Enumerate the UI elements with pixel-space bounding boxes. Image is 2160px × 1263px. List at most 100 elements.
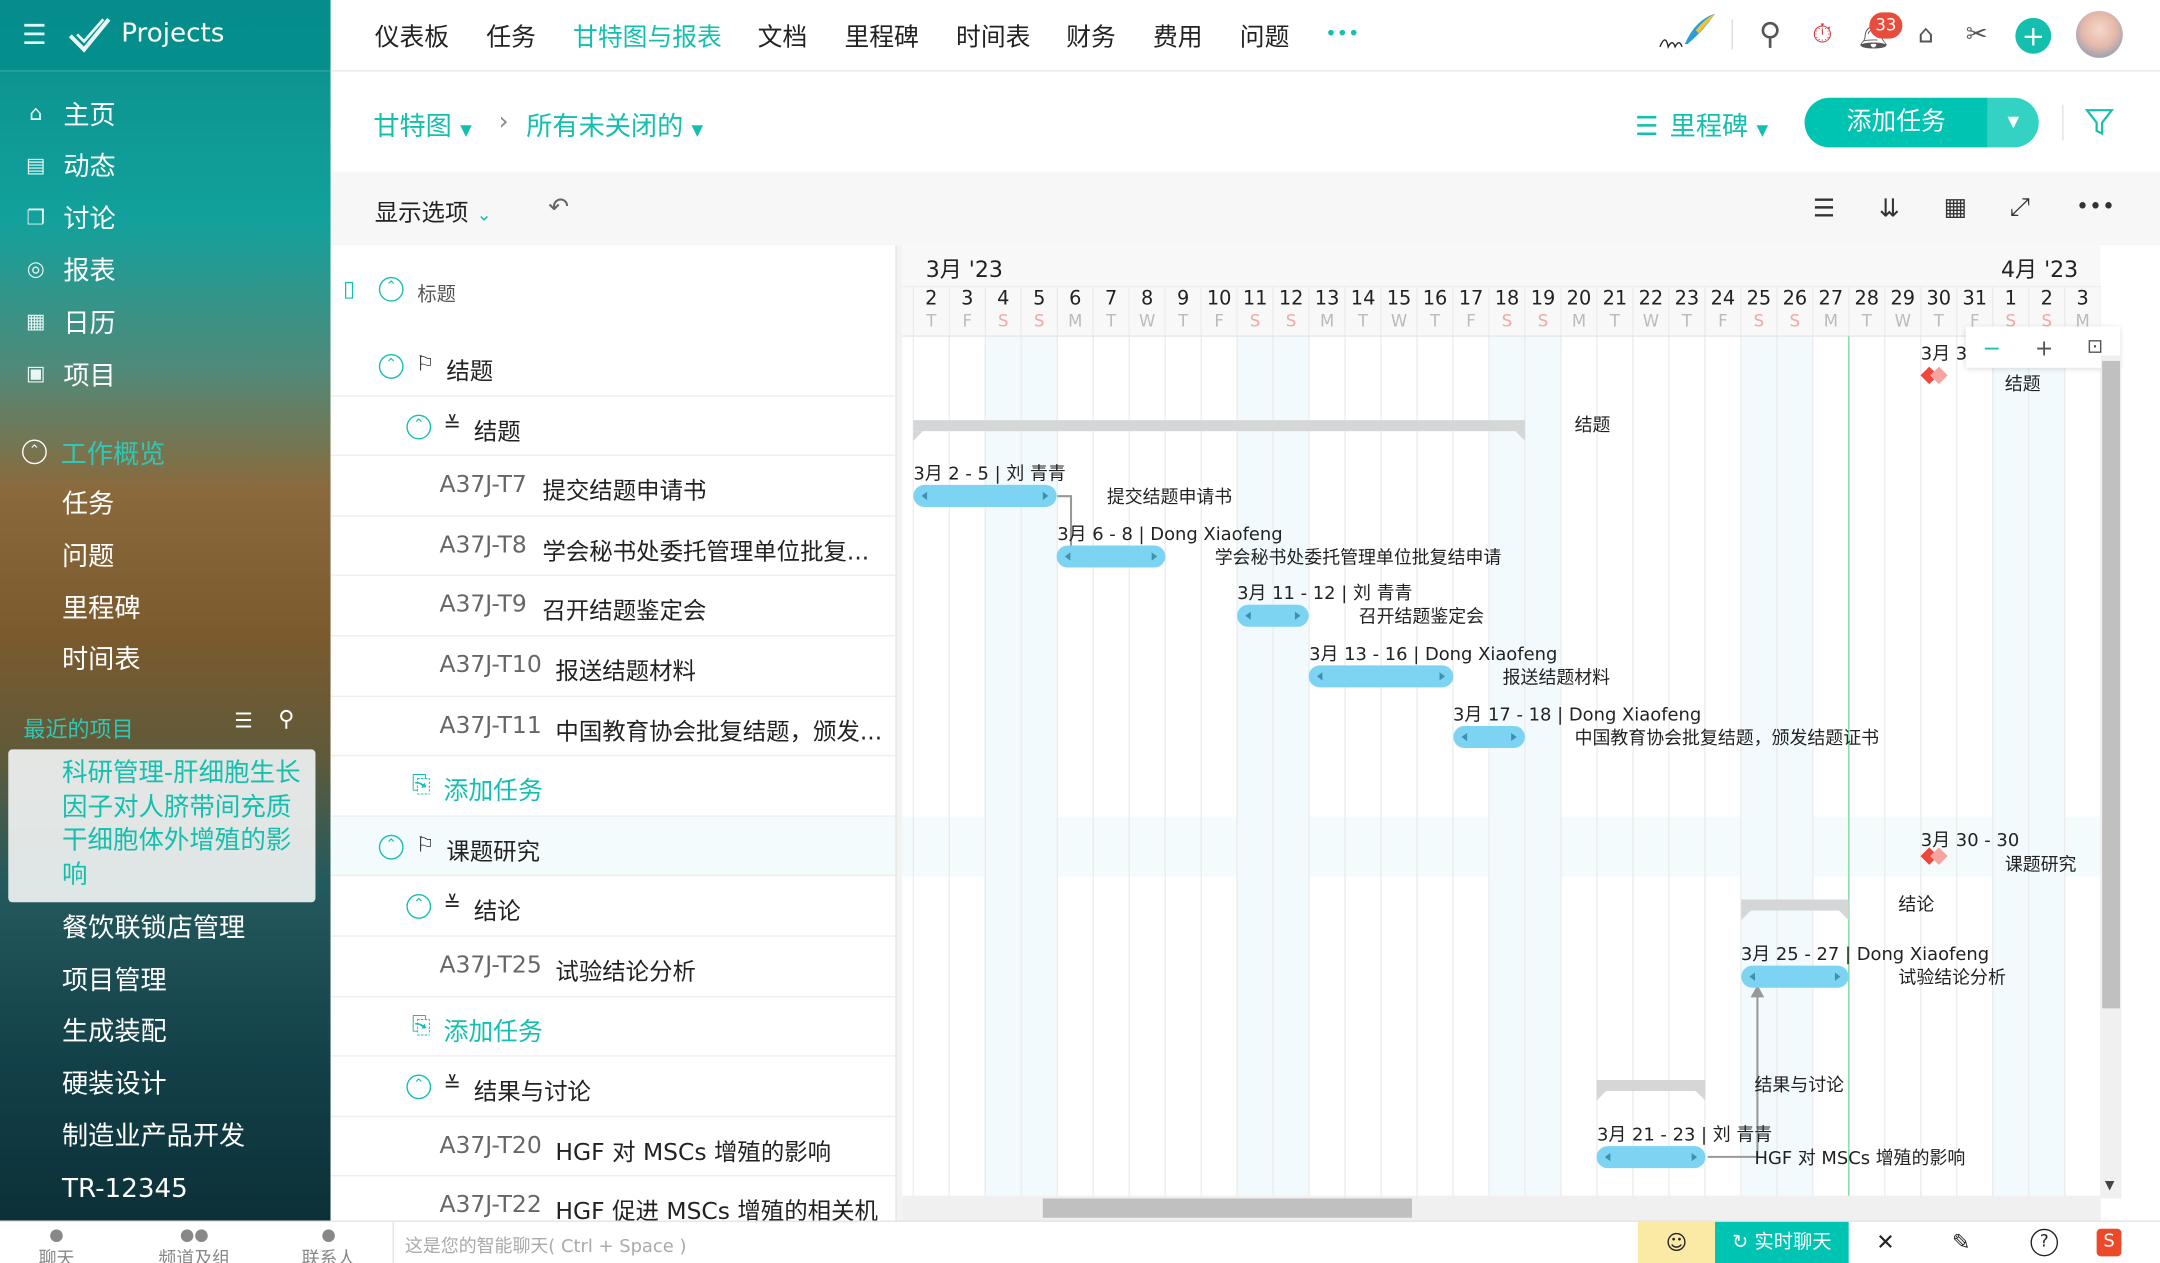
nav-tab[interactable]: 里程碑 xyxy=(844,18,918,54)
help-icon[interactable]: ? xyxy=(2030,1228,2059,1257)
sidebar-subitem[interactable]: 里程碑 xyxy=(62,589,141,628)
chat-input[interactable]: 这是您的智能聊天( Ctrl + Space ) xyxy=(405,1232,686,1258)
tools-icon[interactable]: ✂ xyxy=(1959,17,1995,53)
horizontal-scrollbar[interactable] xyxy=(902,1195,2101,1221)
store-icon[interactable]: ⌂ xyxy=(1908,17,1944,53)
collapse-icon[interactable]: ⌃ xyxy=(406,414,432,439)
task-bar[interactable] xyxy=(1309,665,1454,688)
announce-icon[interactable]: ✎ xyxy=(1952,1229,1970,1255)
table-row[interactable]: A37J-T25 试验结论分析 xyxy=(330,937,896,997)
task-name[interactable]: 学会秘书处委托管理单位批复... xyxy=(542,531,869,566)
nav-tab[interactable]: 甘特图与报表 xyxy=(573,18,722,54)
scrollbar-thumb[interactable] xyxy=(2102,360,2121,1009)
collapse-icon[interactable]: ⌃ xyxy=(406,1074,432,1100)
recent-project-item[interactable]: 制造业产品开发 xyxy=(62,1117,245,1156)
timer-icon[interactable]: ⏱ xyxy=(1805,17,1841,53)
task-bar[interactable] xyxy=(1057,545,1166,568)
zoom-in-button[interactable]: + xyxy=(2035,334,2053,360)
task-name[interactable]: 提交结题申请书 xyxy=(542,471,706,506)
task-bar[interactable] xyxy=(1596,1145,1705,1168)
recent-project-item[interactable]: 生成装配 xyxy=(62,1013,167,1052)
input-method-icon[interactable]: S xyxy=(2096,1228,2122,1257)
add-task-button[interactable]: 添加任务 xyxy=(1804,97,1988,148)
collapse-bars-icon[interactable]: ☰ xyxy=(1813,194,1835,223)
task-name[interactable]: 中国教育协会批复结题，颁发... xyxy=(555,712,882,747)
add-task-dropdown-button[interactable]: ▼ xyxy=(1987,97,2039,148)
collapse-icon[interactable]: ⌃ xyxy=(406,894,432,920)
sidebar-item-4[interactable]: ▦ 日历 xyxy=(22,302,116,341)
add-task-link[interactable]: 添加任务 xyxy=(444,772,543,808)
task-name[interactable]: 召开结题鉴定会 xyxy=(542,592,706,626)
table-row[interactable]: A37J-T8 学会秘书处委托管理单位批复... xyxy=(330,516,896,577)
filter-selector[interactable]: 所有未关闭的 ▼ xyxy=(526,106,703,143)
sidebar-item-3[interactable]: ◎ 报表 xyxy=(22,250,116,289)
sidebar-item-5[interactable]: ▣ 项目 xyxy=(22,354,116,393)
add-icon[interactable]: + xyxy=(2015,17,2052,54)
filter-settings-icon[interactable]: ☰ xyxy=(234,708,253,733)
table-row[interactable]: A37J-T10 报送结题材料 xyxy=(330,636,896,697)
table-row[interactable]: ⎘ 添加任务 xyxy=(330,997,896,1057)
sidebar-item-0[interactable]: ⌂ 主页 xyxy=(22,94,115,133)
recent-project-selected[interactable]: 科研管理-肝细胞生长因子对人脐带间充质干细胞体外增殖的影响 xyxy=(8,749,316,903)
display-options-dropdown[interactable]: 显示选项 ⌄ xyxy=(375,193,492,228)
table-row[interactable]: ⎘ 添加任务 xyxy=(330,757,896,817)
group-by-selector[interactable]: ☰ 里程碑 ▼ xyxy=(1635,106,1768,143)
nav-tab[interactable]: 问题 xyxy=(1240,18,1290,54)
recent-project-item[interactable]: TR-12345 xyxy=(62,1169,188,1208)
mute-icon[interactable]: ✕ xyxy=(1876,1229,1894,1255)
sidebar-subitem[interactable]: 任务 xyxy=(62,485,114,524)
table-row[interactable]: A37J-T22 HGF 促进 MSCs 增殖的相关机 xyxy=(331,1177,896,1221)
splitter-handle[interactable] xyxy=(895,245,903,1221)
search-icon[interactable]: ⚲ xyxy=(278,705,294,731)
table-row[interactable]: ⌃ ≚ 结果与讨论 xyxy=(330,1057,896,1117)
collapse-all-icon[interactable]: ⌃ xyxy=(378,276,404,302)
more-options-icon[interactable]: ••• xyxy=(2076,193,2115,219)
live-chat-button[interactable]: ↻ 实时聊天 xyxy=(1715,1221,1849,1263)
task-bar[interactable] xyxy=(1740,965,1849,988)
task-bar[interactable] xyxy=(913,485,1058,508)
bot-icon[interactable]: ☺ xyxy=(1637,1221,1716,1263)
avatar[interactable] xyxy=(2075,11,2123,58)
calendar-icon[interactable]: ▦ xyxy=(1944,193,1967,222)
sidebar-subitem[interactable]: 问题 xyxy=(62,537,114,576)
search-icon[interactable]: ⚲ xyxy=(1752,17,1788,53)
nav-tab[interactable]: 文档 xyxy=(758,18,808,54)
table-row[interactable]: ⌃ ⚐ 课题研究 xyxy=(330,816,896,877)
expand-icon[interactable]: ⤢ xyxy=(2010,193,2030,222)
nav-tab[interactable]: 时间表 xyxy=(956,18,1030,54)
sort-bars-icon[interactable]: ⇊ xyxy=(1879,194,1900,223)
column-settings-icon[interactable]: ▯ xyxy=(343,276,355,302)
sidebar-item-2[interactable]: ❐ 讨论 xyxy=(22,198,116,237)
recent-project-item[interactable]: 项目管理 xyxy=(62,961,167,1000)
signature-feather-icon[interactable] xyxy=(1657,11,1718,52)
task-name[interactable]: HGF 对 MSCs 增殖的影响 xyxy=(555,1132,831,1167)
add-task-link[interactable]: 添加任务 xyxy=(444,1012,543,1048)
filter-icon[interactable] xyxy=(2084,106,2115,136)
undo-icon[interactable]: ↶ xyxy=(548,193,569,222)
task-bar[interactable] xyxy=(1237,605,1310,628)
nav-tab[interactable]: 任务 xyxy=(486,18,536,54)
table-row[interactable]: A37J-T20 HGF 对 MSCs 增殖的影响 xyxy=(330,1117,896,1177)
sidebar-subitem[interactable]: 时间表 xyxy=(62,641,141,680)
chat-tab[interactable]: ● 聊天 xyxy=(39,1225,75,1263)
sidebar-item-1[interactable]: ▤ 动态 xyxy=(22,146,116,185)
nav-tab[interactable]: 费用 xyxy=(1153,18,1203,54)
zoom-out-button[interactable]: − xyxy=(1983,334,2001,360)
recent-project-item[interactable]: 硬装设计 xyxy=(62,1065,167,1104)
collapse-icon[interactable]: ⌃ xyxy=(378,354,404,379)
task-name[interactable]: 报送结题材料 xyxy=(555,652,696,686)
nav-tab[interactable]: 财务 xyxy=(1066,18,1116,54)
task-name[interactable]: HGF 促进 MSCs 增殖的相关机 xyxy=(555,1192,878,1221)
contacts-tab[interactable]: ● 联系人 xyxy=(302,1225,356,1263)
vertical-scrollbar[interactable]: ▼ xyxy=(2100,355,2122,1199)
nav-tab[interactable]: 仪表板 xyxy=(375,18,449,54)
table-row[interactable]: ⌃ ≚ 结论 xyxy=(330,877,896,937)
table-row[interactable]: ⌃ ⚐ 结题 xyxy=(330,336,896,397)
table-row[interactable]: A37J-T9 召开结题鉴定会 xyxy=(330,576,896,637)
table-row[interactable]: A37J-T7 提交结题申请书 xyxy=(330,456,896,517)
view-selector[interactable]: 甘特图 ▼ xyxy=(373,106,471,143)
table-row[interactable]: ⌃ ≚ 结题 xyxy=(330,396,896,457)
channels-tab[interactable]: ●● 频道及组 xyxy=(158,1225,230,1263)
hamburger-menu-icon[interactable]: ☰ xyxy=(22,21,50,49)
sidebar-section-work-overview[interactable]: ⌃ 工作概览 xyxy=(22,433,165,472)
